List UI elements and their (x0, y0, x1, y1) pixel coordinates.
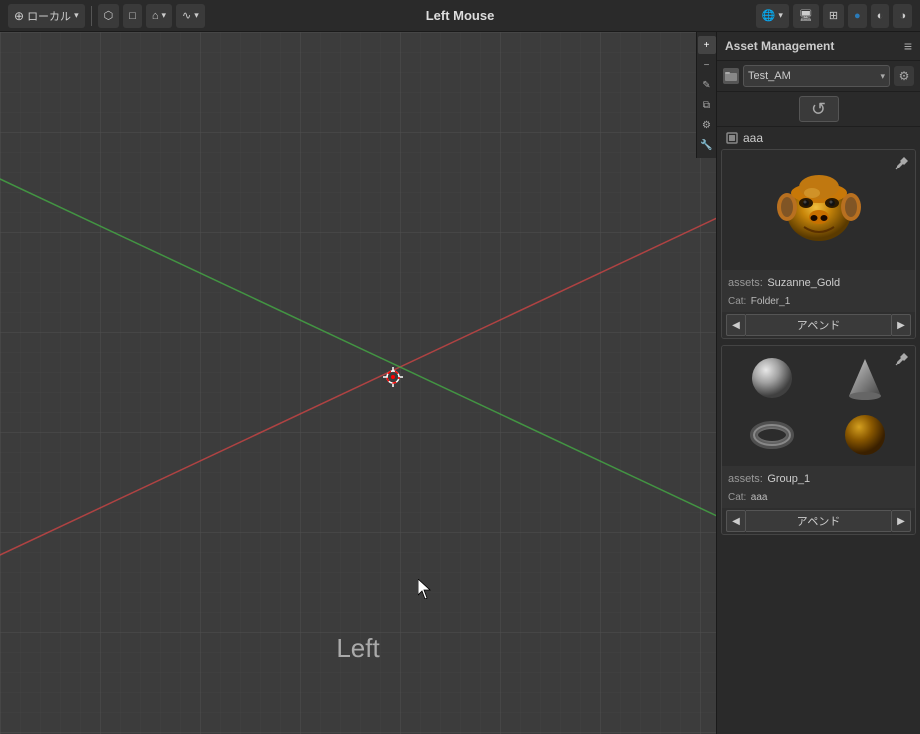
asset-cat-1: Cat: Folder_1 (728, 291, 909, 309)
chevron-5: ▾ (778, 10, 783, 21)
toolbar-icon-10: ◑ (899, 10, 906, 22)
toolbar-sep-1 (91, 6, 92, 26)
asset-card-group: assets: Group_1 Cat: aaa ◀ アペンド ▶ (721, 345, 916, 535)
toolbar-icon-9: ◐ (877, 10, 884, 22)
toolbar-btn-9[interactable]: ◐ (871, 4, 890, 28)
asset-management-panel: Asset Management ≡ Test_AM ▾ ⚙ ↺ (716, 32, 920, 734)
right-icons-strip: + − ✎ ⧉ ⚙ 🔧 (696, 32, 716, 158)
toolbar-icon-7: ⊞ (829, 9, 838, 22)
mode-selector[interactable]: ⊕ ローカル ▾ (8, 4, 85, 28)
toolbar-btn-8[interactable]: ● (848, 4, 867, 28)
material-silver-sphere (726, 350, 818, 405)
refresh-icon: ↺ (811, 99, 826, 120)
category-name: aaa (743, 131, 763, 145)
panel-wrench-btn[interactable]: 🔧 (698, 136, 716, 154)
toolbar-title: Left Mouse (426, 8, 495, 23)
material-silver-torus (726, 407, 818, 462)
library-selector[interactable]: Test_AM ▾ (743, 65, 890, 87)
toolbar-btn-5[interactable]: 🌐 ▾ (756, 4, 789, 28)
viewport[interactable]: Left (0, 32, 716, 734)
chevron-4: ▾ (194, 10, 199, 21)
toolbar-btn-6[interactable]: 🖥 (793, 4, 819, 28)
group-materials-grid (722, 346, 915, 466)
grid (0, 32, 716, 734)
asset-name-1: assets: Suzanne_Gold (728, 273, 909, 291)
asset-card-suzanne: assets: Suzanne_Gold Cat: Folder_1 ◀ アペン… (721, 149, 916, 339)
toolbar-btn-3[interactable]: ⌂ ▾ (146, 4, 172, 28)
category-icon (725, 131, 739, 145)
asset-thumbnail-group (722, 346, 915, 466)
library-folder-icon (723, 68, 739, 84)
asset-name-2: assets: Group_1 (728, 469, 909, 487)
toolbar-btn-2[interactable]: □ (123, 4, 142, 28)
chevron-3: ▾ (162, 10, 167, 21)
toolbar-btn-10[interactable]: ◑ (893, 4, 912, 28)
gear-icon: ⚙ (899, 69, 910, 83)
panel-menu-btn[interactable]: ≡ (904, 38, 912, 54)
refresh-btn[interactable]: ↺ (799, 96, 839, 122)
library-row: Test_AM ▾ ⚙ (717, 61, 920, 92)
asset-info-1: assets: Suzanne_Gold Cat: Folder_1 (722, 270, 915, 312)
panel-plus-btn[interactable]: + (698, 36, 716, 54)
toolbar-btn-4[interactable]: ∿ ▾ (176, 4, 205, 28)
nav-prev-2[interactable]: ◀ (726, 510, 746, 532)
library-gear-btn[interactable]: ⚙ (894, 66, 914, 86)
toolbar-right: 🌐 ▾ 🖥 ⊞ ● ◐ ◑ (756, 4, 912, 28)
toolbar-btn-1[interactable]: ⬡ (98, 4, 120, 28)
toolbar-icon-4: ∿ (182, 9, 191, 22)
toolbar-icon-5: 🌐 (762, 9, 776, 22)
toolbar-icon-1: ⬡ (104, 9, 114, 22)
library-name: Test_AM (748, 70, 791, 82)
asset-cat-2: Cat: aaa (728, 487, 909, 505)
toolbar-btn-7[interactable]: ⊞ (823, 4, 844, 28)
nav-next-2[interactable]: ▶ (891, 510, 911, 532)
panel-brush-btn[interactable]: ✎ (698, 76, 716, 94)
panel-header: Asset Management ≡ (717, 32, 920, 61)
nav-label-2[interactable]: アペンド (746, 510, 891, 532)
panel-link-btn[interactable]: ⧉ (698, 96, 716, 114)
panel-gear-btn[interactable]: ⚙ (698, 116, 716, 134)
library-chevron: ▾ (880, 71, 885, 82)
asset-info-2: assets: Group_1 Cat: aaa (722, 466, 915, 508)
asset-thumbnail-suzanne (722, 150, 915, 270)
nav-next-1[interactable]: ▶ (891, 314, 911, 336)
toolbar-icon-8: ● (854, 10, 861, 22)
top-toolbar: ⊕ ローカル ▾ ⬡ □ ⌂ ▾ ∿ ▾ Left Mouse 🌐 ▾ 🖥 ⊞ … (0, 0, 920, 32)
asset-nav-1: ◀ アペンド ▶ (722, 312, 915, 338)
mode-icon: ⊕ (14, 9, 24, 23)
asset-nav-2: ◀ アペンド ▶ (722, 508, 915, 534)
category-row: aaa (717, 127, 920, 149)
mode-chevron: ▾ (74, 10, 79, 21)
panel-title: Asset Management (725, 39, 834, 53)
toolbar-icon-3: ⌂ (152, 10, 159, 22)
refresh-row: ↺ (717, 92, 920, 127)
toolbar-icon-2: □ (129, 10, 136, 22)
material-gold-sphere (820, 407, 912, 462)
toolbar-icon-6: 🖥 (799, 9, 813, 22)
nav-prev-1[interactable]: ◀ (726, 314, 746, 336)
mode-label: ローカル (27, 8, 71, 24)
nav-label-1[interactable]: アペンド (746, 314, 891, 336)
pin-btn-2[interactable] (893, 350, 911, 368)
pin-btn-1[interactable] (893, 154, 911, 172)
panel-minus-btn[interactable]: − (698, 56, 716, 74)
